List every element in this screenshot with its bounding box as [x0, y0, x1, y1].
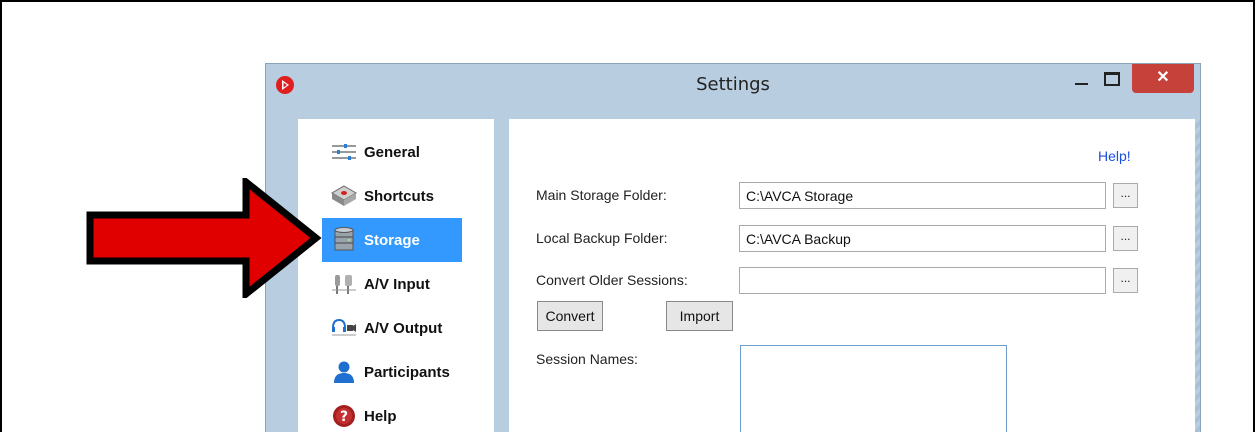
sidebar-item-label: General [364, 143, 420, 161]
convert-button[interactable]: Convert [537, 301, 603, 331]
sidebar-item-label: Help [364, 407, 397, 425]
sidebar-item-participants[interactable]: Participants [322, 350, 462, 394]
sidebar-item-general[interactable]: General [322, 130, 462, 174]
session-names-label: Session Names: [536, 351, 638, 367]
window-edge-decoration [1195, 119, 1200, 432]
red-arrow-annotation [86, 178, 322, 298]
sidebar-item-label: A/V Output [364, 319, 443, 337]
session-names-list[interactable] [740, 345, 1007, 432]
sidebar-item-shortcuts[interactable]: Shortcuts [322, 174, 462, 218]
import-button[interactable]: Import [666, 301, 733, 331]
sidebar-item-av-input[interactable]: A/V Input [322, 262, 462, 306]
storage-panel: Help! Main Storage Folder: C:\AVCA Stora… [509, 119, 1195, 432]
sidebar-item-av-output[interactable]: A/V Output [322, 306, 462, 350]
sidebar-item-label: Storage [364, 231, 420, 249]
sidebar-item-label: Shortcuts [364, 187, 435, 205]
database-icon [330, 226, 358, 254]
keyboard-key-icon [330, 182, 358, 210]
maximize-button[interactable] [1098, 64, 1126, 93]
browse-local-backup-button[interactable]: ... [1113, 226, 1138, 251]
sliders-icon [330, 138, 358, 166]
local-backup-folder-field[interactable]: C:\AVCA Backup [739, 225, 1106, 252]
sidebar-item-label: Participants [364, 363, 450, 381]
minimize-button[interactable] [1068, 64, 1096, 93]
browse-main-storage-button[interactable]: ... [1113, 183, 1138, 208]
local-backup-folder-label: Local Backup Folder: [536, 230, 668, 246]
help-icon: ? [330, 402, 358, 430]
browse-convert-sessions-button[interactable]: ... [1113, 268, 1138, 293]
help-link[interactable]: Help! [1098, 148, 1131, 164]
person-icon [330, 358, 358, 386]
sidebar-item-storage[interactable]: Storage [322, 218, 462, 262]
title-bar[interactable]: Settings ✕ [266, 64, 1200, 106]
audio-video-input-icon [330, 270, 358, 298]
sidebar-item-help[interactable]: ? Help [322, 394, 462, 432]
headphones-camera-icon [330, 314, 358, 342]
main-storage-folder-label: Main Storage Folder: [536, 187, 667, 203]
close-button[interactable]: ✕ [1132, 64, 1194, 93]
convert-older-sessions-label: Convert Older Sessions: [536, 272, 688, 288]
sidebar-item-label: A/V Input [364, 275, 430, 293]
svg-text:?: ? [340, 409, 348, 425]
main-storage-folder-field[interactable]: C:\AVCA Storage [739, 182, 1106, 209]
convert-older-sessions-field[interactable] [739, 267, 1106, 294]
settings-window: Settings ✕ General Shortcuts Storage A/V… [265, 63, 1201, 432]
settings-sidebar: General Shortcuts Storage A/V Input A/V … [298, 119, 494, 432]
window-title: Settings [696, 74, 770, 95]
